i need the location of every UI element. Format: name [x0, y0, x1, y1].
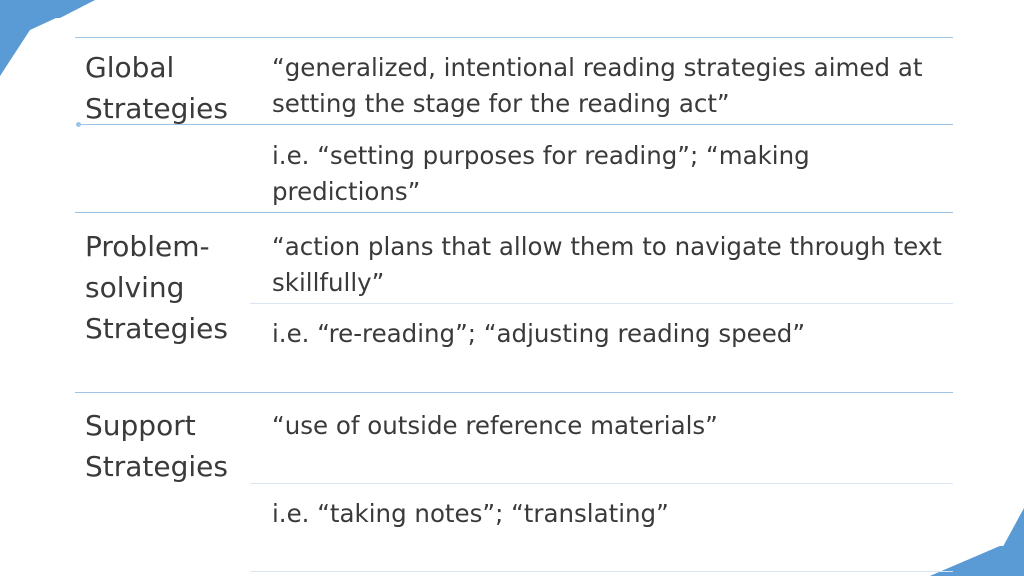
row2-inner-rule — [250, 303, 953, 304]
definition-problem-solving-strategies: “action plans that allow them to navigat… — [272, 232, 942, 297]
category-global-strategies: Global Strategies — [85, 51, 228, 125]
row-divider-1 — [75, 212, 953, 213]
definition-global-strategies: “generalized, intentional reading strate… — [272, 53, 923, 118]
category-problem-solving-strategies: Problem- solving Strategies — [85, 230, 228, 345]
row3-inner-rule — [250, 483, 953, 484]
definition-support-strategies: “use of outside reference materials” — [272, 411, 718, 440]
example-problem-solving-strategies: i.e. “re-reading”; “adjusting reading sp… — [272, 319, 806, 348]
example-global-strategies: i.e. “setting purposes for reading”; “ma… — [272, 141, 810, 206]
row-divider-2 — [75, 392, 953, 393]
example-support-strategies: i.e. “taking notes”; “translating” — [272, 499, 669, 528]
category-support-strategies: Support Strategies — [85, 409, 228, 483]
table-bottom-rule — [250, 571, 953, 572]
table-top-rule — [75, 37, 953, 38]
